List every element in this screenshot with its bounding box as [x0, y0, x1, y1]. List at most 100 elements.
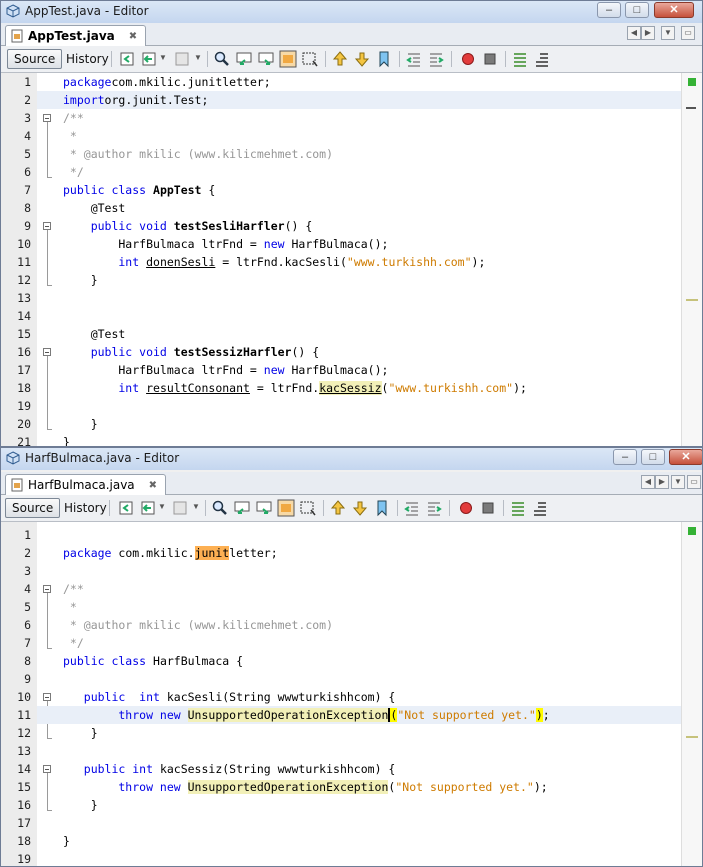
- forward-icon[interactable]: [173, 50, 191, 68]
- code-line[interactable]: public class AppTest {: [37, 181, 682, 199]
- tab-list-dropdown-icon[interactable]: ▼: [671, 475, 685, 489]
- code-line[interactable]: public void testSesliHarfler() {: [37, 217, 682, 235]
- code-line[interactable]: [37, 850, 682, 866]
- code-line[interactable]: [37, 742, 682, 760]
- forward-icon[interactable]: [171, 499, 189, 517]
- code-line[interactable]: public int kacSessiz(String wwwturkishhc…: [37, 760, 682, 778]
- code-line[interactable]: int donenSesli = ltrFnd.kacSesli("www.tu…: [37, 253, 682, 271]
- title-bar[interactable]: HarfBulmaca.java - Editor – □ ✕: [1, 448, 702, 470]
- code-line[interactable]: package com.mkilic.junitletter;: [37, 544, 682, 562]
- scroll-tabs-right-icon[interactable]: ▶: [641, 26, 655, 40]
- tab-harfbulmaca[interactable]: HarfBulmaca.java ✖: [5, 474, 167, 495]
- shift-line-right-icon[interactable]: [425, 499, 443, 517]
- minimize-button[interactable]: –: [597, 2, 621, 18]
- code-line[interactable]: * @author mkilic (www.kilicmehmet.com): [37, 145, 682, 163]
- code-line[interactable]: HarfBulmaca ltrFnd = new HarfBulmaca();: [37, 361, 682, 379]
- code-line[interactable]: }: [37, 832, 682, 850]
- toggle-rect-selection-icon[interactable]: [299, 499, 317, 517]
- code-line[interactable]: }: [37, 271, 682, 289]
- find-next-icon[interactable]: [257, 50, 275, 68]
- code-line[interactable]: }: [37, 433, 682, 446]
- tab-close-icon[interactable]: ✖: [129, 31, 137, 42]
- code-line[interactable]: *: [37, 127, 682, 145]
- last-edit-icon[interactable]: [117, 499, 135, 517]
- find-icon[interactable]: [213, 50, 231, 68]
- close-button[interactable]: ✕: [669, 449, 702, 465]
- shift-line-right-icon[interactable]: [427, 50, 445, 68]
- scroll-tabs-left-icon[interactable]: ◀: [641, 475, 655, 489]
- code-line[interactable]: */: [37, 163, 682, 181]
- error-stripe[interactable]: [681, 73, 702, 446]
- tab-apptest[interactable]: AppTest.java ✖: [5, 25, 147, 46]
- toggle-highlight-icon[interactable]: [279, 50, 297, 68]
- comment-icon[interactable]: [511, 50, 529, 68]
- code-line[interactable]: importorg.junit.Test;: [37, 91, 682, 109]
- code-editor[interactable]: 1 2 3 4 5 6 7 8 9 10 11 12 13 14 15 16 17 18 19 20 21 packag…: [1, 73, 702, 446]
- last-edit-icon[interactable]: [118, 50, 136, 68]
- code-line[interactable]: /**: [37, 109, 682, 127]
- previous-bookmark-icon[interactable]: [331, 50, 349, 68]
- next-bookmark-icon[interactable]: [351, 499, 369, 517]
- code-line[interactable]: @Test: [37, 199, 682, 217]
- code-area[interactable]: packagecom.mkilic.junitletter; importorg.…: [37, 73, 682, 446]
- minimize-button[interactable]: –: [613, 449, 637, 465]
- code-line[interactable]: *: [37, 598, 682, 616]
- title-bar[interactable]: AppTest.java - Editor – □ ✕: [1, 1, 702, 23]
- back-icon[interactable]: [140, 50, 158, 68]
- code-line[interactable]: throw new UnsupportedOperationException(…: [37, 706, 682, 724]
- history-button[interactable]: History: [59, 49, 116, 69]
- toggle-bookmark-icon[interactable]: [373, 499, 391, 517]
- code-line[interactable]: int resultConsonant = ltrFnd.kacSessiz("…: [37, 379, 682, 397]
- tab-list-dropdown-icon[interactable]: ▼: [661, 26, 675, 40]
- close-button[interactable]: ✕: [654, 2, 694, 18]
- start-macro-recording-icon[interactable]: [457, 499, 475, 517]
- tab-close-icon[interactable]: ✖: [149, 480, 157, 491]
- code-line[interactable]: HarfBulmaca ltrFnd = new HarfBulmaca();: [37, 235, 682, 253]
- find-icon[interactable]: [211, 499, 229, 517]
- scroll-tabs-left-icon[interactable]: ◀: [627, 26, 641, 40]
- code-line[interactable]: [37, 526, 682, 544]
- code-area[interactable]: package com.mkilic.junitletter; /** * * @…: [37, 522, 682, 866]
- restore-window-icon[interactable]: ▭: [681, 26, 695, 40]
- code-line[interactable]: [37, 397, 682, 415]
- code-line[interactable]: @Test: [37, 325, 682, 343]
- error-stripe[interactable]: [681, 522, 702, 866]
- stop-macro-recording-icon[interactable]: [479, 499, 497, 517]
- find-previous-icon[interactable]: [233, 499, 251, 517]
- code-line[interactable]: packagecom.mkilic.junitletter;: [37, 73, 682, 91]
- maximize-button[interactable]: □: [625, 2, 649, 18]
- code-line[interactable]: public int kacSesli(String wwwturkishhco…: [37, 688, 682, 706]
- toggle-highlight-icon[interactable]: [277, 499, 295, 517]
- source-button[interactable]: Source: [5, 498, 61, 518]
- code-line[interactable]: [37, 814, 682, 832]
- code-editor[interactable]: 1 2 3 4 5 6 7 8 9 10 11 12 13 14 15 16 17 18 19 package co…: [1, 522, 702, 866]
- source-button[interactable]: Source: [7, 49, 63, 69]
- shift-line-left-icon[interactable]: [405, 50, 423, 68]
- scroll-tabs-right-icon[interactable]: ▶: [655, 475, 669, 489]
- shift-line-left-icon[interactable]: [403, 499, 421, 517]
- code-line[interactable]: [37, 307, 682, 325]
- code-line[interactable]: }: [37, 724, 682, 742]
- uncomment-icon[interactable]: [533, 50, 551, 68]
- code-line[interactable]: public class HarfBulmaca {: [37, 652, 682, 670]
- find-next-icon[interactable]: [255, 499, 273, 517]
- code-line[interactable]: throw new UnsupportedOperationException(…: [37, 778, 682, 796]
- dropdown-arrow-icon[interactable]: ▼: [192, 502, 200, 511]
- restore-window-icon[interactable]: ▭: [687, 475, 701, 489]
- history-button[interactable]: History: [57, 498, 114, 518]
- toggle-bookmark-icon[interactable]: [375, 50, 393, 68]
- code-line[interactable]: public void testSessizHarfler() {: [37, 343, 682, 361]
- dropdown-arrow-icon[interactable]: ▼: [194, 53, 202, 62]
- code-line[interactable]: */: [37, 634, 682, 652]
- code-line[interactable]: [37, 562, 682, 580]
- next-bookmark-icon[interactable]: [353, 50, 371, 68]
- code-line[interactable]: [37, 670, 682, 688]
- code-line[interactable]: [37, 289, 682, 307]
- find-previous-icon[interactable]: [235, 50, 253, 68]
- toggle-rect-selection-icon[interactable]: [301, 50, 319, 68]
- back-icon[interactable]: [139, 499, 157, 517]
- comment-icon[interactable]: [509, 499, 527, 517]
- dropdown-arrow-icon[interactable]: ▼: [159, 53, 167, 62]
- code-line[interactable]: * @author mkilic (www.kilicmehmet.com): [37, 616, 682, 634]
- maximize-button[interactable]: □: [641, 449, 665, 465]
